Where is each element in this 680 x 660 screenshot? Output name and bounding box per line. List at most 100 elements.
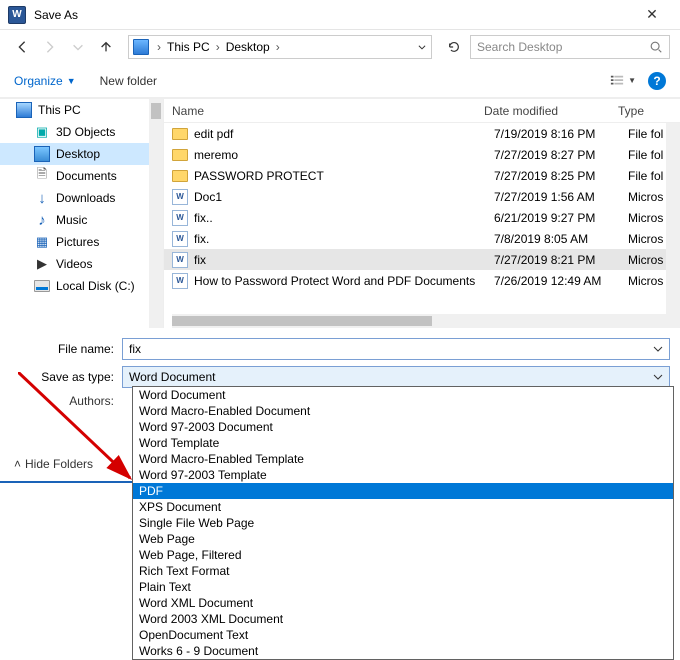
- saveas-option[interactable]: Plain Text: [133, 579, 673, 595]
- saveas-value: Word Document: [129, 370, 215, 384]
- file-row[interactable]: WHow to Password Protect Word and PDF Do…: [164, 270, 680, 291]
- saveas-type-select[interactable]: Word Document: [122, 366, 670, 388]
- horizontal-scrollbar[interactable]: [172, 314, 666, 328]
- refresh-button[interactable]: [442, 35, 466, 59]
- organize-button[interactable]: Organize ▼: [14, 74, 76, 88]
- tree-label: Downloads: [56, 191, 115, 205]
- file-row[interactable]: PASSWORD PROTECT7/27/2019 8:25 PMFile fo…: [164, 165, 680, 186]
- tree-item-this-pc[interactable]: This PC: [0, 99, 163, 121]
- cube-icon: ▣: [34, 124, 50, 140]
- tree-label: Desktop: [56, 147, 100, 161]
- toolbar: Organize ▼ New folder ▼ ?: [0, 64, 680, 98]
- saveas-option[interactable]: Word 97-2003 Template: [133, 467, 673, 483]
- list-body: edit pdf7/19/2019 8:16 PMFile folmeremo7…: [164, 123, 680, 315]
- tree-label: Documents: [56, 169, 117, 183]
- tree-label: Videos: [56, 257, 92, 271]
- close-button[interactable]: ✕: [632, 1, 672, 29]
- saveas-option[interactable]: Word 2003 XML Document: [133, 611, 673, 627]
- nav-bar: › This PC › Desktop › Search Desktop: [0, 30, 680, 64]
- breadcrumb-dropdown[interactable]: [417, 42, 427, 52]
- saveas-option[interactable]: Word Document: [133, 387, 673, 403]
- saveas-option[interactable]: Web Page: [133, 531, 673, 547]
- header-name[interactable]: Name: [164, 104, 484, 118]
- new-folder-button[interactable]: New folder: [100, 74, 157, 88]
- pc-icon: [16, 102, 32, 118]
- saveas-option[interactable]: Word XML Document: [133, 595, 673, 611]
- arrow-right-icon: [43, 40, 57, 54]
- search-input[interactable]: Search Desktop: [470, 35, 670, 59]
- saveas-option[interactable]: Word 97-2003 Document: [133, 419, 673, 435]
- tree-item-local-disk[interactable]: Local Disk (C:): [0, 275, 163, 297]
- file-date: 6/21/2019 9:27 PM: [494, 211, 628, 225]
- chevron-down-icon: [417, 42, 427, 52]
- breadcrumb[interactable]: › This PC › Desktop ›: [128, 35, 432, 59]
- tree-item-pictures[interactable]: ▦ Pictures: [0, 231, 163, 253]
- vertical-scrollbar[interactable]: [666, 123, 680, 328]
- file-date: 7/26/2019 12:49 AM: [494, 274, 628, 288]
- file-row[interactable]: meremo7/27/2019 8:27 PMFile fol: [164, 144, 680, 165]
- back-button[interactable]: [10, 35, 34, 59]
- saveas-option[interactable]: OpenDocument Text: [133, 627, 673, 643]
- file-name: meremo: [194, 148, 494, 162]
- saveas-option[interactable]: PDF: [133, 483, 673, 499]
- chevron-down-icon: ▼: [628, 76, 636, 85]
- tree-label: Music: [56, 213, 87, 227]
- saveas-option[interactable]: Word Macro-Enabled Document: [133, 403, 673, 419]
- tree-item-desktop[interactable]: Desktop: [0, 143, 163, 165]
- saveas-option[interactable]: Web Page, Filtered: [133, 547, 673, 563]
- scrollbar-thumb[interactable]: [151, 103, 161, 119]
- file-date: 7/27/2019 8:21 PM: [494, 253, 628, 267]
- saveas-type-dropdown[interactable]: Word DocumentWord Macro-Enabled Document…: [132, 386, 674, 660]
- arrow-left-icon: [15, 40, 29, 54]
- tree-item-documents[interactable]: 🗎 Documents: [0, 165, 163, 187]
- hide-folders-label: Hide Folders: [25, 457, 93, 471]
- folder-icon: [172, 128, 188, 140]
- refresh-icon: [447, 40, 461, 54]
- pc-icon: [133, 39, 149, 55]
- file-row[interactable]: Wfix7/27/2019 8:21 PMMicros: [164, 249, 680, 270]
- recent-dropdown[interactable]: [66, 35, 90, 59]
- word-doc-icon: W: [172, 252, 188, 268]
- tree-item-music[interactable]: ♪ Music: [0, 209, 163, 231]
- breadcrumb-segment-pc[interactable]: This PC: [165, 40, 212, 54]
- chevron-down-icon: [653, 372, 663, 382]
- tree-label: Local Disk (C:): [56, 279, 135, 293]
- tree-item-downloads[interactable]: ↓ Downloads: [0, 187, 163, 209]
- view-button[interactable]: ▼: [608, 74, 636, 88]
- tree-scrollbar[interactable]: [149, 99, 163, 328]
- file-name: Doc1: [194, 190, 494, 204]
- divider: [0, 481, 142, 483]
- filename-input[interactable]: fix: [122, 338, 670, 360]
- folder-icon: [172, 170, 188, 182]
- search-icon: [649, 40, 663, 54]
- chevron-down-icon[interactable]: [653, 344, 663, 354]
- chevron-down-icon: [71, 40, 85, 54]
- header-date[interactable]: Date modified: [484, 104, 618, 118]
- file-row[interactable]: WDoc17/27/2019 1:56 AMMicros: [164, 186, 680, 207]
- tree-item-3d-objects[interactable]: ▣ 3D Objects: [0, 121, 163, 143]
- saveas-option[interactable]: Word Template: [133, 435, 673, 451]
- saveas-option[interactable]: Works 6 - 9 Document: [133, 643, 673, 659]
- scrollbar-thumb[interactable]: [172, 316, 432, 326]
- tree-item-videos[interactable]: ▶ Videos: [0, 253, 163, 275]
- saveas-option[interactable]: Single File Web Page: [133, 515, 673, 531]
- disk-icon: [34, 280, 50, 292]
- saveas-option[interactable]: Word Macro-Enabled Template: [133, 451, 673, 467]
- breadcrumb-segment-desktop[interactable]: Desktop: [224, 40, 272, 54]
- help-button[interactable]: ?: [648, 72, 666, 90]
- chevron-right-icon: ›: [155, 40, 163, 54]
- chevron-up-icon: ˄: [14, 457, 21, 471]
- nav-tree[interactable]: This PC ▣ 3D Objects Desktop 🗎 Documents…: [0, 99, 164, 328]
- up-button[interactable]: [94, 35, 118, 59]
- saveas-option[interactable]: XPS Document: [133, 499, 673, 515]
- file-name: How to Password Protect Word and PDF Doc…: [194, 274, 494, 288]
- forward-button[interactable]: [38, 35, 62, 59]
- arrow-up-icon: [99, 40, 113, 54]
- saveas-option[interactable]: Rich Text Format: [133, 563, 673, 579]
- file-row[interactable]: Wfix.7/8/2019 8:05 AMMicros: [164, 228, 680, 249]
- file-row[interactable]: Wfix..6/21/2019 9:27 PMMicros: [164, 207, 680, 228]
- file-name: PASSWORD PROTECT: [194, 169, 494, 183]
- file-row[interactable]: edit pdf7/19/2019 8:16 PMFile fol: [164, 123, 680, 144]
- hide-folders-button[interactable]: ˄ Hide Folders: [14, 457, 93, 471]
- header-type[interactable]: Type: [618, 104, 680, 118]
